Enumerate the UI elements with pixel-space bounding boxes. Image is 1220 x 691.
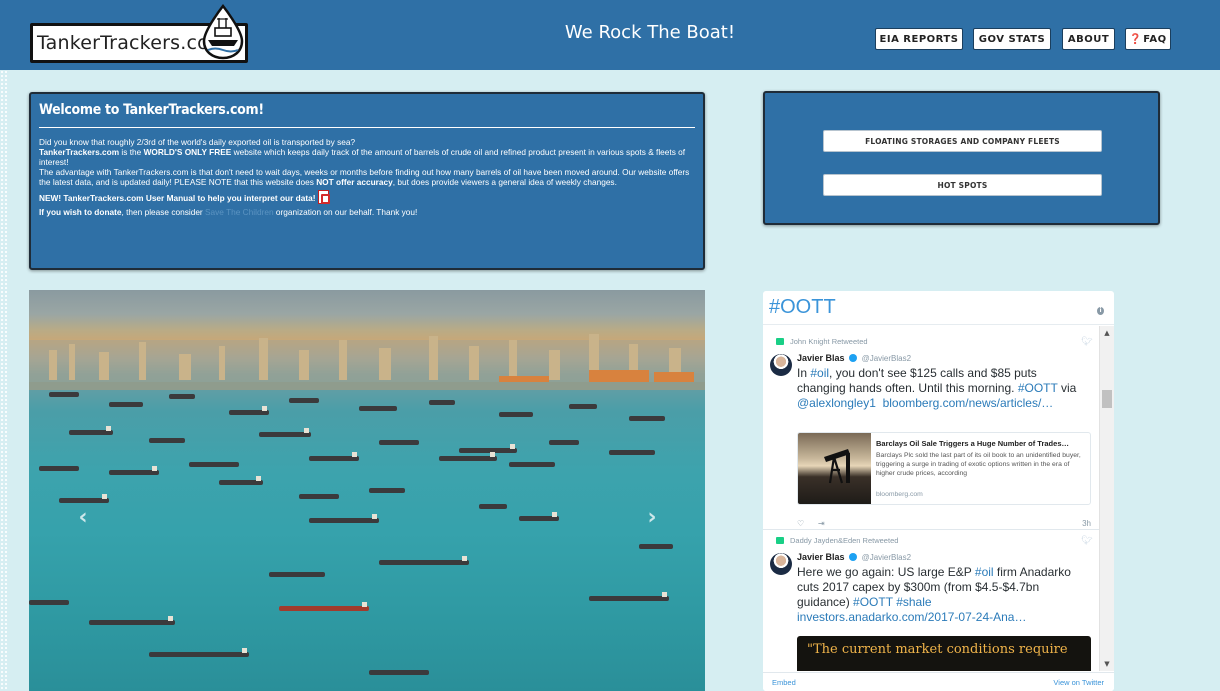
tweet-quote-image[interactable]: "The current market conditions require bbox=[797, 636, 1091, 671]
twitter-footer: Embed View on Twitter bbox=[763, 672, 1114, 691]
retweet-icon bbox=[776, 537, 784, 544]
hot-spots-button[interactable]: HOT SPOTS bbox=[823, 174, 1102, 196]
nav-about-label: ABOUT bbox=[1067, 33, 1110, 45]
question-circle-icon: ❓ bbox=[1129, 33, 1143, 45]
link-preview-card[interactable]: Barclays Oil Sale Triggers a Huge Number… bbox=[797, 432, 1091, 505]
top-navbar: TankerTrackers.com We Rock The Boat! EIA… bbox=[0, 0, 1220, 70]
retweet-line: John Knight Retweeted bbox=[776, 337, 868, 346]
quick-links-panel: FLOATING STORAGES AND COMPANY FLEETS HOT… bbox=[763, 91, 1160, 225]
nav-faq-label: FAQ bbox=[1143, 33, 1167, 45]
hot-spots-label: HOT SPOTS bbox=[937, 180, 988, 190]
carousel-prev-arrow[interactable]: ‹ bbox=[73, 507, 93, 529]
tweet-author-handle: @JavierBlas2 bbox=[861, 553, 912, 562]
tweet-text: Here we go again: US large E&P #oil firm… bbox=[797, 565, 1071, 624]
nav-eia-reports-button[interactable]: EIA REPORTS bbox=[875, 28, 963, 50]
avatar[interactable] bbox=[770, 553, 792, 575]
harbor-image-carousel[interactable]: ‹ › bbox=[29, 290, 705, 691]
twitter-scrollbar[interactable]: ▲ ▼ bbox=[1099, 326, 1114, 671]
share-icon[interactable]: ⇥ bbox=[818, 519, 825, 528]
avatar[interactable] bbox=[770, 354, 792, 376]
site-slogan: We Rock The Boat! bbox=[564, 22, 736, 43]
twitter-bird-icon[interactable]: 🐦︎ bbox=[1081, 537, 1092, 546]
tweet-item[interactable]: John Knight Retweeted 🐦︎ Javier Blas @Ja… bbox=[763, 337, 1099, 537]
carousel-next-arrow[interactable]: › bbox=[642, 507, 662, 529]
article-link[interactable]: investors.anadarko.com/2017-07-24-Ana… bbox=[797, 610, 1026, 624]
like-heart-icon[interactable]: ♡ bbox=[797, 519, 804, 528]
mention-link[interactable]: @alexlongley1 bbox=[797, 396, 876, 410]
nav-faq-button[interactable]: ❓ FAQ bbox=[1125, 28, 1171, 50]
retweet-icon bbox=[776, 338, 784, 345]
nav-gov-stats-label: GOV STATS bbox=[978, 33, 1046, 45]
card-domain: bloomberg.com bbox=[876, 491, 923, 498]
welcome-intro: Did you know that roughly 2/3rd of the w… bbox=[39, 137, 356, 147]
donate-link[interactable]: Save The Children bbox=[205, 207, 274, 217]
verified-badge-icon bbox=[849, 354, 858, 362]
donate-line: If you wish to donate, then please consi… bbox=[39, 207, 418, 217]
tweet-timestamp[interactable]: 3h bbox=[1082, 519, 1091, 528]
nav-gov-stats-button[interactable]: GOV STATS bbox=[973, 28, 1051, 50]
scrollbar-thumb[interactable] bbox=[1102, 390, 1112, 408]
welcome-title: Welcome to TankerTrackers.com! bbox=[39, 102, 264, 118]
oil-pump-icon bbox=[824, 449, 850, 484]
tweet-author-line[interactable]: Javier Blas @JavierBlas2 bbox=[797, 353, 911, 363]
card-thumbnail bbox=[798, 433, 871, 504]
nav-about-button[interactable]: ABOUT bbox=[1062, 28, 1115, 50]
view-on-twitter-link[interactable]: View on Twitter bbox=[1053, 678, 1104, 687]
hashtag-link[interactable]: #oil bbox=[810, 366, 829, 380]
twitter-title[interactable]: #OOTT bbox=[769, 296, 836, 319]
article-link[interactable]: bloomberg.com/news/articles/… bbox=[883, 396, 1054, 410]
welcome-divider bbox=[39, 127, 695, 128]
verified-badge-icon bbox=[849, 553, 858, 561]
twitter-header: #OOTT i bbox=[763, 291, 1114, 325]
scroll-up-arrow-icon[interactable]: ▲ bbox=[1100, 326, 1114, 340]
oil-drop-ship-icon bbox=[202, 4, 244, 60]
tweet-author-name: Javier Blas bbox=[797, 353, 845, 363]
tweet-text: In #oil, you don't see $125 calls and $8… bbox=[797, 366, 1077, 410]
twitter-feed[interactable]: John Knight Retweeted 🐦︎ Javier Blas @Ja… bbox=[763, 326, 1099, 671]
info-icon[interactable]: i bbox=[1097, 307, 1104, 315]
twitter-timeline-widget: #OOTT i John Knight Retweeted 🐦︎ Javier … bbox=[763, 291, 1114, 691]
tweet-author-line[interactable]: Javier Blas @JavierBlas2 bbox=[797, 552, 911, 562]
pdf-icon[interactable] bbox=[317, 190, 330, 204]
city-skyline bbox=[29, 334, 705, 390]
hashtag-link[interactable]: #OOTT bbox=[1018, 381, 1058, 395]
quote-text: "The current market conditions require bbox=[807, 642, 1068, 657]
hashtag-link[interactable]: #OOTT bbox=[853, 595, 893, 609]
card-title: Barclays Oil Sale Triggers a Huge Number… bbox=[876, 439, 1069, 448]
hashtag-link[interactable]: #shale bbox=[896, 595, 931, 609]
tweet-actions: ♡ ⇥ 3h bbox=[797, 519, 1091, 529]
tweet-author-name: Javier Blas bbox=[797, 552, 845, 562]
card-description: Barclays Plc sold the last part of its o… bbox=[876, 452, 1081, 477]
welcome-advantage: The advantage with TankerTrackers.com is… bbox=[39, 167, 690, 187]
embed-link[interactable]: Embed bbox=[772, 678, 796, 687]
hashtag-link[interactable]: #oil bbox=[975, 565, 994, 579]
welcome-free-note: TankerTrackers.com is the WORLD'S ONLY F… bbox=[39, 147, 686, 167]
twitter-bird-icon[interactable]: 🐦︎ bbox=[1081, 338, 1092, 347]
floating-storages-button[interactable]: FLOATING STORAGES AND COMPANY FLEETS bbox=[823, 130, 1102, 152]
left-decorative-strip bbox=[0, 70, 8, 691]
nav-eia-reports-label: EIA REPORTS bbox=[879, 33, 959, 45]
welcome-panel: Welcome to TankerTrackers.com! Did you k… bbox=[29, 92, 705, 270]
tweet-author-handle: @JavierBlas2 bbox=[861, 354, 912, 363]
tweet-divider bbox=[763, 529, 1099, 530]
floating-storages-label: FLOATING STORAGES AND COMPANY FLEETS bbox=[865, 136, 1060, 146]
retweet-line: Daddy Jayden&Eden Retweeted bbox=[776, 536, 898, 545]
user-manual-line[interactable]: NEW! TankerTrackers.com User Manual to h… bbox=[39, 190, 695, 204]
tweet-item[interactable]: Daddy Jayden&Eden Retweeted 🐦︎ Javier Bl… bbox=[763, 536, 1099, 671]
scroll-down-arrow-icon[interactable]: ▼ bbox=[1100, 657, 1114, 671]
